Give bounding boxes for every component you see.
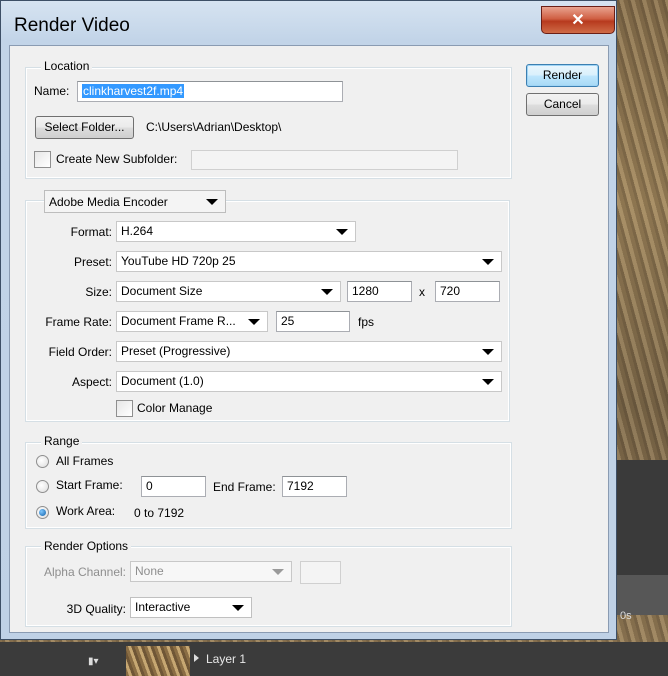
chevron-down-icon bbox=[482, 349, 494, 355]
close-icon: ✕ bbox=[571, 12, 585, 29]
background-layers-bar bbox=[0, 642, 668, 676]
color-manage-label: Color Manage bbox=[137, 401, 213, 415]
aspect-value: Document (1.0) bbox=[121, 374, 204, 388]
work-area-value: 0 to 7192 bbox=[134, 506, 185, 520]
background-panel bbox=[612, 460, 668, 580]
layer-thumbnail[interactable] bbox=[126, 646, 190, 676]
width-field[interactable]: 1280 bbox=[347, 281, 412, 302]
all-frames-radio[interactable] bbox=[36, 455, 49, 468]
chevron-down-icon bbox=[248, 319, 260, 325]
render-options-group-title: Render Options bbox=[41, 539, 132, 553]
name-label: Name: bbox=[34, 84, 70, 98]
frame-rate-value: Document Frame R... bbox=[121, 314, 236, 328]
chevron-down-icon bbox=[232, 605, 244, 611]
alpha-color-swatch[interactable] bbox=[300, 561, 341, 584]
frame-rate-label: Frame Rate: bbox=[45, 315, 112, 329]
preset-label: Preset: bbox=[73, 255, 112, 269]
chevron-down-icon bbox=[206, 199, 218, 205]
name-value: clinkharvest2f.mp4 bbox=[82, 84, 185, 98]
subfolder-field[interactable] bbox=[191, 150, 458, 170]
size-label: Size: bbox=[85, 285, 112, 299]
create-subfolder-label: Create New Subfolder: bbox=[56, 152, 178, 166]
field-order-select[interactable]: Preset (Progressive) bbox=[116, 341, 502, 362]
format-select[interactable]: H.264 bbox=[116, 221, 356, 242]
start-frame-label: Start Frame: bbox=[56, 478, 123, 492]
height-field[interactable]: 720 bbox=[435, 281, 500, 302]
alpha-channel-select[interactable]: None bbox=[130, 561, 292, 582]
render-video-dialog: Render Video ✕ Location Name: clinkharve… bbox=[0, 0, 617, 640]
expand-arrow-icon[interactable] bbox=[194, 654, 199, 662]
background-timecode: 0s bbox=[620, 610, 632, 622]
field-order-value: Preset (Progressive) bbox=[121, 344, 231, 358]
frame-rate-select[interactable]: Document Frame R... bbox=[116, 311, 268, 332]
encoder-select[interactable]: Adobe Media Encoder bbox=[44, 190, 226, 213]
preset-value: YouTube HD 720p 25 bbox=[121, 254, 236, 268]
fps-unit: fps bbox=[358, 315, 375, 329]
select-folder-button[interactable]: Select Folder... bbox=[35, 116, 134, 139]
chevron-down-icon bbox=[272, 569, 284, 575]
encoder-value: Adobe Media Encoder bbox=[49, 195, 168, 209]
work-area-radio[interactable] bbox=[36, 506, 49, 519]
all-frames-label: All Frames bbox=[56, 454, 114, 468]
name-field[interactable]: clinkharvest2f.mp4 bbox=[77, 81, 343, 102]
layer-name[interactable]: Layer 1 bbox=[206, 652, 246, 666]
quality-value: Interactive bbox=[135, 600, 191, 614]
end-frame-field[interactable]: 7192 bbox=[282, 476, 347, 497]
aspect-label: Aspect: bbox=[71, 375, 112, 389]
dialog-title: Render Video bbox=[14, 15, 130, 36]
quality-select[interactable]: Interactive bbox=[130, 597, 252, 618]
start-frame-field[interactable]: 0 bbox=[141, 476, 206, 497]
film-icon[interactable]: ▮▾ bbox=[88, 656, 99, 667]
color-manage-checkbox[interactable] bbox=[116, 400, 133, 417]
chevron-down-icon bbox=[321, 289, 333, 295]
create-subfolder-checkbox[interactable] bbox=[34, 151, 51, 168]
format-value: H.264 bbox=[121, 224, 154, 238]
range-group-title: Range bbox=[41, 434, 83, 448]
background-timeline-panel bbox=[612, 575, 668, 615]
quality-label: 3D Quality: bbox=[66, 602, 126, 616]
location-group-title: Location bbox=[41, 59, 93, 73]
size-separator: x bbox=[419, 285, 425, 299]
chevron-down-icon bbox=[482, 259, 494, 265]
format-label: Format: bbox=[70, 225, 112, 239]
size-select[interactable]: Document Size bbox=[116, 281, 341, 302]
alpha-channel-label: Alpha Channel: bbox=[43, 565, 126, 579]
size-value: Document Size bbox=[121, 284, 203, 298]
dialog-client-area: Location Name: clinkharvest2f.mp4 Select… bbox=[9, 45, 609, 633]
close-button[interactable]: ✕ bbox=[541, 6, 615, 34]
render-button[interactable]: Render bbox=[526, 64, 599, 87]
work-area-label: Work Area: bbox=[56, 504, 116, 518]
cancel-button[interactable]: Cancel bbox=[526, 93, 599, 116]
preset-select[interactable]: YouTube HD 720p 25 bbox=[116, 251, 502, 272]
aspect-select[interactable]: Document (1.0) bbox=[116, 371, 502, 392]
alpha-channel-value: None bbox=[135, 564, 164, 578]
start-frame-radio[interactable] bbox=[36, 480, 49, 493]
folder-path: C:\Users\Adrian\Desktop\ bbox=[146, 120, 282, 134]
chevron-down-icon bbox=[482, 379, 494, 385]
end-frame-label: End Frame: bbox=[213, 480, 276, 494]
chevron-down-icon bbox=[336, 229, 348, 235]
fps-field[interactable]: 25 bbox=[276, 311, 350, 332]
field-order-label: Field Order: bbox=[48, 345, 112, 359]
